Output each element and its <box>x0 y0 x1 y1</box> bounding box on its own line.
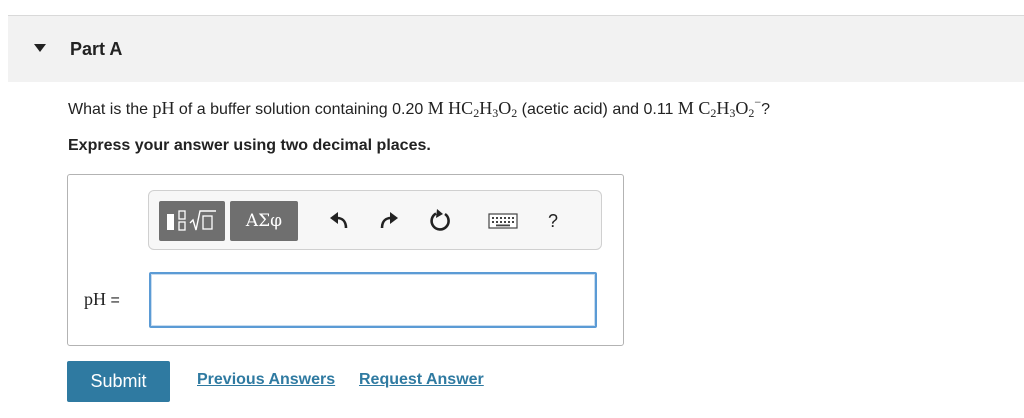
molarity-unit: M <box>427 98 444 118</box>
reset-icon <box>430 209 450 231</box>
greek-symbols-button[interactable]: ΑΣφ <box>230 201 298 241</box>
request-answer-link[interactable]: Request Answer <box>359 371 484 389</box>
instruction-text: Express your answer using two decimal pl… <box>68 137 431 154</box>
templates-icon <box>167 210 216 231</box>
undo-button[interactable] <box>327 209 351 233</box>
reset-button[interactable] <box>428 209 452 233</box>
help-button[interactable]: ? <box>541 209 565 233</box>
redo-button[interactable] <box>377 209 401 233</box>
answer-box: ΑΣφ ? pH = <box>67 174 624 346</box>
acid-formula: HC2H3O2 <box>448 98 518 120</box>
math-toolbar: ΑΣφ ? <box>148 190 602 250</box>
ph-symbol: pH <box>152 98 175 118</box>
previous-answers-link[interactable]: Previous Answers <box>197 371 335 389</box>
answer-label: pH = <box>84 289 120 309</box>
keyboard-button[interactable] <box>487 209 519 233</box>
submit-button[interactable]: Submit <box>67 361 170 402</box>
undo-icon <box>330 212 348 229</box>
templates-button[interactable] <box>159 201 225 241</box>
question-text: What is the pH of a buffer solution cont… <box>68 95 771 120</box>
molarity-unit: M <box>677 98 694 118</box>
keyboard-icon <box>488 213 518 229</box>
part-title: Part A <box>70 39 123 59</box>
ph-answer-input[interactable] <box>149 272 597 328</box>
part-header[interactable]: Part A <box>8 16 1024 82</box>
collapse-caret-icon[interactable] <box>34 44 46 52</box>
base-formula: C2H3O2− <box>698 95 762 120</box>
redo-icon <box>380 212 398 229</box>
